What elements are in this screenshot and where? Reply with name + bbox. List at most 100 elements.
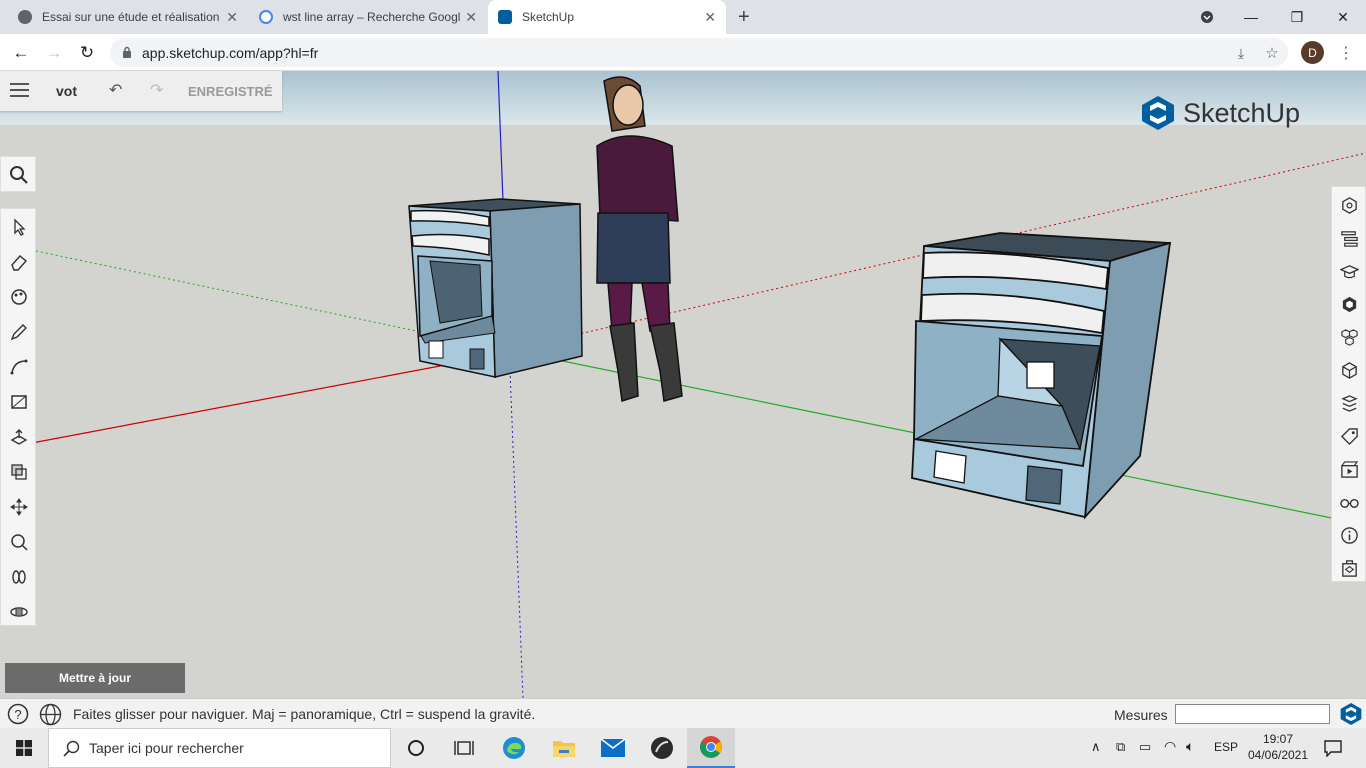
close-icon[interactable]: ✕ (226, 9, 238, 26)
materials-icon[interactable] (1332, 321, 1366, 354)
tape-icon[interactable] (1, 524, 37, 559)
taskbar-search-placeholder: Taper ici pour rechercher (89, 740, 244, 756)
eraser-icon[interactable] (1, 244, 37, 279)
redo-icon[interactable]: ↷ (150, 80, 163, 100)
wifi-icon[interactable]: ◠ (1164, 738, 1176, 755)
google-icon (259, 10, 273, 24)
components-icon[interactable] (1332, 288, 1366, 321)
file-name[interactable]: vot (56, 83, 77, 99)
file-explorer-icon[interactable] (540, 728, 588, 768)
forward-icon[interactable]: → (41, 40, 67, 66)
restore-icon[interactable]: ❐ (1274, 0, 1320, 34)
offset-icon[interactable] (1, 454, 37, 489)
walk-icon[interactable] (1, 559, 37, 594)
cortana-icon[interactable] (392, 728, 440, 768)
lock-icon (123, 46, 131, 58)
chrome-icon[interactable] (687, 728, 735, 768)
menu-dots-icon[interactable]: ⋮ (1333, 40, 1359, 66)
battery-icon[interactable]: ▭ (1139, 739, 1151, 755)
close-icon[interactable]: ✕ (704, 9, 716, 26)
address-bar[interactable]: app.sketchup.com/app?hl=fr (110, 38, 1288, 67)
clock-time: 19:07 (1262, 732, 1294, 746)
save-status: ENREGISTRÉ (188, 84, 273, 99)
ground (0, 125, 1366, 698)
rectangle-icon[interactable] (1, 384, 37, 419)
instructor-icon[interactable] (1332, 255, 1366, 288)
volume-icon[interactable]: 🔈︎ (1186, 738, 1194, 755)
tab-google[interactable]: wst line array – Recherche Googl ✕ (249, 0, 487, 34)
sketchup-status-logo-icon (1340, 703, 1362, 725)
help-icon[interactable]: ? (7, 703, 29, 725)
globe-language-icon[interactable] (39, 703, 62, 726)
sketchup-favicon-icon (498, 10, 512, 24)
browser-toolbar: ← → ↻ app.sketchup.com/app?hl=fr ⤓ ☆ D ⋮ (0, 34, 1366, 71)
tab-label: Essai sur une étude et réalisation (42, 10, 220, 24)
windows-start-icon[interactable] (0, 728, 48, 768)
url-text: app.sketchup.com/app?hl=fr (142, 44, 319, 61)
select-icon[interactable] (1, 209, 37, 244)
display-icon[interactable] (1332, 486, 1366, 519)
clock-date: 04/06/2021 (1247, 748, 1309, 762)
tab-search-icon[interactable] (1184, 0, 1230, 34)
status-hint: Faites glisser pour naviguer. Maj = pano… (73, 706, 536, 722)
push-pull-icon[interactable] (1, 419, 37, 454)
sketchup-topbar: vot ↶ ↷ ENREGISTRÉ (0, 71, 282, 111)
move-icon[interactable] (1, 489, 37, 524)
undo-icon[interactable]: ↶ (109, 80, 122, 100)
search-tool-panel (0, 156, 36, 192)
update-button[interactable]: Mettre à jour (5, 663, 185, 693)
sketchup-logo: SketchUp (1141, 95, 1300, 131)
styles-icon[interactable] (1332, 354, 1366, 387)
right-panel-toolbar (1331, 186, 1366, 582)
entity-info-icon[interactable] (1332, 189, 1366, 222)
scenes-icon[interactable] (1332, 453, 1366, 486)
close-icon[interactable]: ✕ (465, 9, 477, 26)
language-indicator[interactable]: ESP (1214, 740, 1238, 754)
svg-text:?: ? (14, 707, 21, 722)
arc-icon[interactable] (1, 349, 37, 384)
layers-icon[interactable] (1332, 387, 1366, 420)
notifications-icon[interactable] (1324, 739, 1342, 757)
globe-icon (18, 10, 32, 24)
minimize-icon[interactable]: — (1228, 0, 1274, 34)
measurements-input[interactable] (1175, 704, 1330, 724)
tab-label: SketchUp (522, 10, 575, 24)
paint-icon[interactable] (1, 279, 37, 314)
status-bar: ? Faites glisser pour naviguer. Maj = pa… (0, 698, 1366, 728)
3d-viewport[interactable]: SketchUp (0, 71, 1366, 698)
search-icon (63, 740, 80, 757)
clock[interactable]: 19:07 04/06/2021 (1247, 731, 1309, 763)
orbit-icon[interactable] (1, 594, 37, 629)
mail-icon[interactable] (589, 728, 637, 768)
tags-icon[interactable] (1332, 420, 1366, 453)
tab-sketchup[interactable]: SketchUp ✕ (488, 0, 726, 34)
export-icon[interactable] (1332, 552, 1366, 585)
measurements-label: Mesures (1114, 707, 1168, 723)
sketchup-logo-icon (1142, 96, 1174, 130)
pencil-icon[interactable] (1, 314, 37, 349)
tab-essai[interactable]: Essai sur une étude et réalisation ✕ (8, 0, 248, 34)
browser-tab-strip: Essai sur une étude et réalisation ✕ wst… (0, 0, 1366, 34)
tray-device-icon[interactable]: ⧉ (1116, 739, 1125, 755)
small-speaker-model[interactable] (408, 198, 583, 378)
windows-taskbar: Taper ici pour rechercher ∧ ⧉ ▭ ◠ 🔈︎ ESP… (0, 728, 1366, 768)
taskbar-search[interactable]: Taper ici pour rechercher (48, 728, 391, 768)
reload-icon[interactable]: ↻ (74, 40, 100, 66)
task-view-icon[interactable] (440, 728, 488, 768)
scene-canvas (0, 71, 1366, 698)
left-toolbar (0, 208, 36, 626)
bookmark-star-icon[interactable]: ☆ (1259, 40, 1285, 66)
profile-avatar[interactable]: D (1301, 41, 1324, 64)
hamburger-menu-icon[interactable] (10, 83, 29, 97)
app-icon[interactable] (638, 728, 686, 768)
brand-name: SketchUp (1183, 97, 1301, 128)
install-icon[interactable]: ⤓ (1228, 40, 1254, 66)
new-tab-button[interactable]: + (732, 0, 762, 34)
info-icon[interactable] (1332, 519, 1366, 552)
window-close-icon[interactable]: ✕ (1320, 0, 1366, 34)
back-icon[interactable]: ← (8, 40, 34, 66)
edge-icon[interactable] (490, 728, 538, 768)
search-icon[interactable] (1, 157, 37, 192)
tray-chevron-icon[interactable]: ∧ (1091, 739, 1101, 755)
outliner-icon[interactable] (1332, 222, 1366, 255)
